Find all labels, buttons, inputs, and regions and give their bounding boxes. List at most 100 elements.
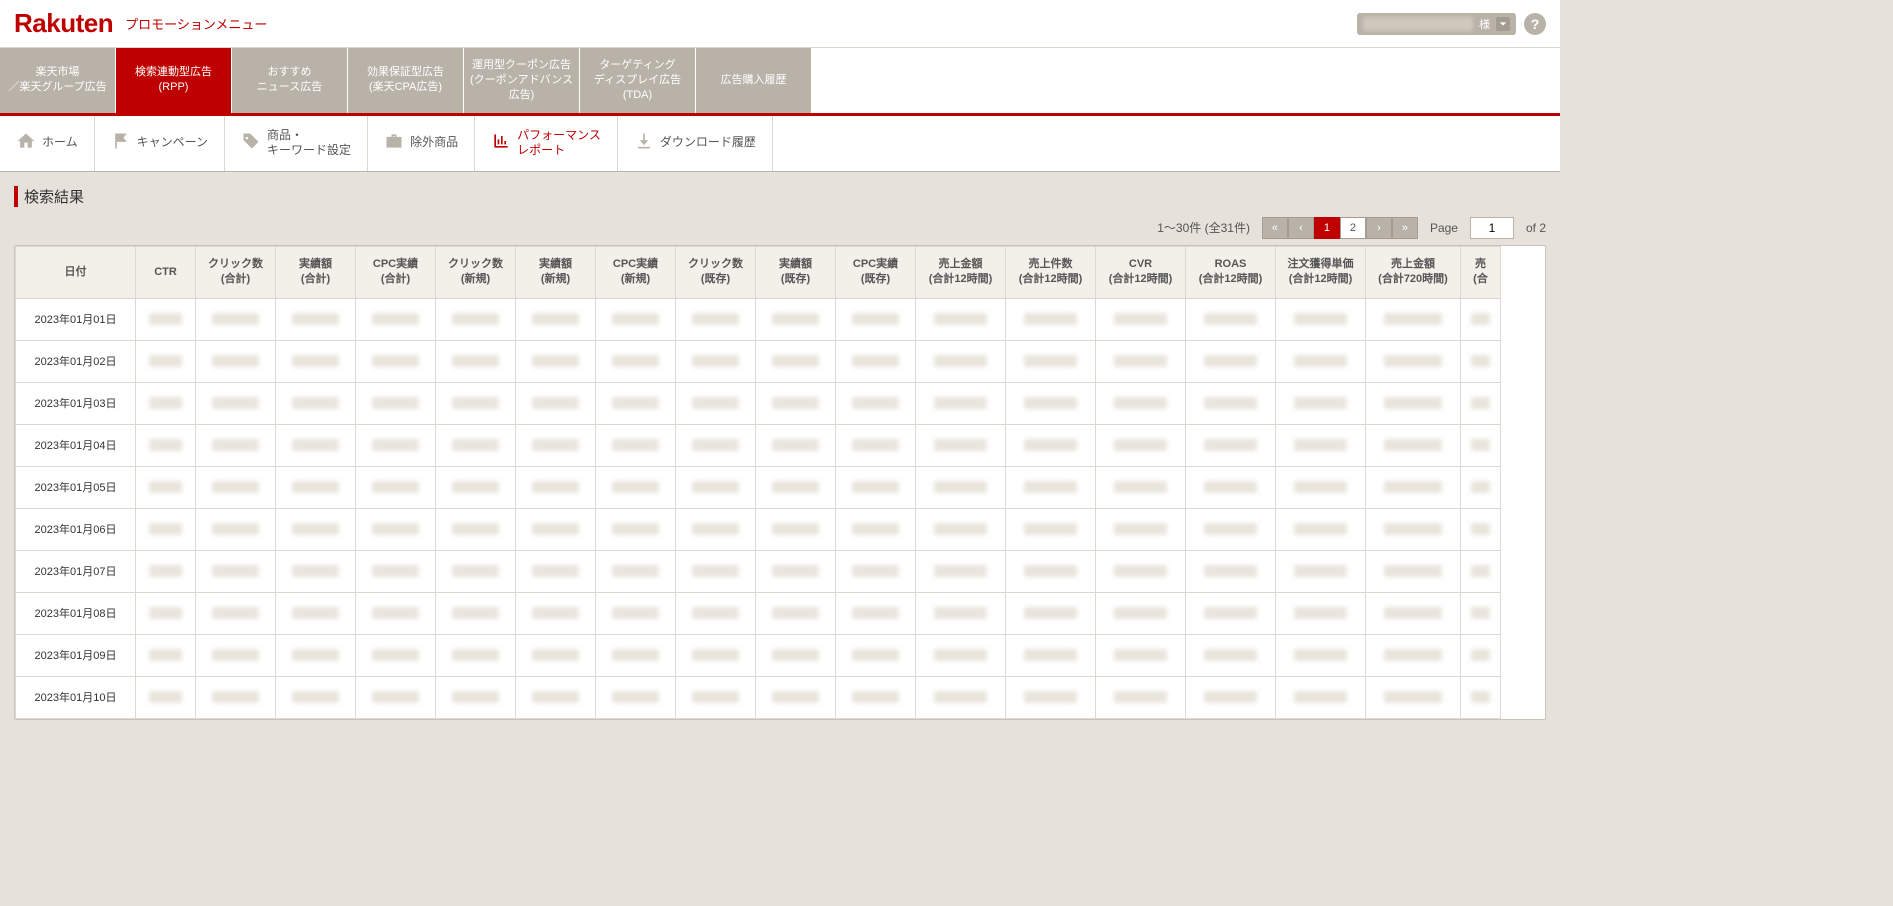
sub-tab-3[interactable]: 除外商品 <box>368 116 475 171</box>
col-spend_total[interactable]: 実績額(合計) <box>276 246 356 298</box>
section-title: 検索結果 <box>14 186 1546 207</box>
redacted-value <box>1471 691 1490 703</box>
results-table-wrap: 日付CTRクリック数(合計)実績額(合計)CPC実績(合計)クリック数(新規)実… <box>14 245 1546 720</box>
redacted-value <box>452 691 499 703</box>
col-sales_720h[interactable]: 売上金額(合計720時間) <box>1366 246 1461 298</box>
main-tab-label: 運用型クーポン広告(クーポンアドバンス広告) <box>470 58 573 103</box>
sub-tab-4[interactable]: パフォーマンスレポート <box>475 116 618 171</box>
col-clicks_exist[interactable]: クリック数(既存) <box>676 246 756 298</box>
redacted-value <box>934 481 988 493</box>
sub-tab-0[interactable]: ホーム <box>0 116 95 171</box>
pager-last[interactable]: » <box>1392 217 1418 239</box>
redacted-value <box>772 691 819 703</box>
col-orders_720h[interactable]: 売(合 <box>1461 246 1501 298</box>
pager-prev[interactable]: ‹ <box>1288 217 1314 239</box>
help-icon[interactable]: ? <box>1524 13 1546 35</box>
redacted-value <box>532 649 579 661</box>
col-sales_12h[interactable]: 売上金額(合計12時間) <box>916 246 1006 298</box>
redacted-value <box>1471 313 1490 325</box>
table-row: 2023年01月04日 <box>16 424 1501 466</box>
pager-page-2[interactable]: 2 <box>1340 217 1366 239</box>
cell-clicks_total <box>196 340 276 382</box>
cell-clicks_new <box>436 676 516 718</box>
redacted-value <box>772 649 819 661</box>
redacted-value <box>1471 523 1490 535</box>
cell-sales_12h <box>916 466 1006 508</box>
redacted-value <box>934 565 988 577</box>
cell-orders_12h <box>1006 550 1096 592</box>
table-row: 2023年01月05日 <box>16 466 1501 508</box>
pager-next[interactable]: › <box>1366 217 1392 239</box>
col-clicks_total[interactable]: クリック数(合計) <box>196 246 276 298</box>
cell-orders_12h <box>1006 424 1096 466</box>
redacted-value <box>692 607 739 619</box>
page-label-prefix: Page <box>1430 221 1458 235</box>
col-spend_new[interactable]: 実績額(新規) <box>516 246 596 298</box>
cell-orders_720h <box>1461 592 1501 634</box>
cell-cvr_12h <box>1096 592 1186 634</box>
cell-sales_720h <box>1366 382 1461 424</box>
redacted-value <box>1204 649 1258 661</box>
cell-spend_new <box>516 550 596 592</box>
cell-ctr <box>136 466 196 508</box>
main-tab-6[interactable]: 広告購入履歴 <box>696 48 812 113</box>
cell-clicks_new <box>436 508 516 550</box>
cell-spend_new <box>516 508 596 550</box>
cell-clicks_new <box>436 382 516 424</box>
col-spend_exist[interactable]: 実績額(既存) <box>756 246 836 298</box>
cell-clicks_exist <box>676 634 756 676</box>
main-tab-4[interactable]: 運用型クーポン広告(クーポンアドバンス広告) <box>464 48 580 113</box>
col-ctr[interactable]: CTR <box>136 246 196 298</box>
col-cpa_12h[interactable]: 注文獲得単価(合計12時間) <box>1276 246 1366 298</box>
redacted-value <box>292 691 339 703</box>
redacted-value <box>772 565 819 577</box>
redacted-value <box>1114 523 1168 535</box>
redacted-value <box>1294 649 1348 661</box>
redacted-value <box>1294 565 1348 577</box>
redacted-value <box>1024 481 1078 493</box>
pager-first[interactable]: « <box>1262 217 1288 239</box>
sub-tab-2[interactable]: 商品・キーワード設定 <box>225 116 368 171</box>
pager-page-1[interactable]: 1 <box>1314 217 1340 239</box>
col-orders_12h[interactable]: 売上件数(合計12時間) <box>1006 246 1096 298</box>
col-cpc_new[interactable]: CPC実績(新規) <box>596 246 676 298</box>
main-tab-2[interactable]: おすすめニュース広告 <box>232 48 348 113</box>
redacted-value <box>292 397 339 409</box>
cell-cvr_12h <box>1096 676 1186 718</box>
redacted-value <box>1114 355 1168 367</box>
col-date[interactable]: 日付 <box>16 246 136 298</box>
redacted-value <box>1204 523 1258 535</box>
cell-cpc_total <box>356 466 436 508</box>
cell-orders_720h <box>1461 550 1501 592</box>
redacted-value <box>452 607 499 619</box>
cell-roas_12h <box>1186 466 1276 508</box>
page-input[interactable] <box>1470 217 1514 239</box>
main-tab-3[interactable]: 効果保証型広告(楽天CPA広告) <box>348 48 464 113</box>
col-cpc_total[interactable]: CPC実績(合計) <box>356 246 436 298</box>
cell-clicks_new <box>436 550 516 592</box>
col-cpc_exist[interactable]: CPC実績(既存) <box>836 246 916 298</box>
cell-spend_exist <box>756 298 836 340</box>
sub-tab-5[interactable]: ダウンロード履歴 <box>618 116 773 171</box>
col-roas_12h[interactable]: ROAS(合計12時間) <box>1186 246 1276 298</box>
main-tab-1[interactable]: 検索連動型広告(RPP) <box>116 48 232 113</box>
cell-cvr_12h <box>1096 508 1186 550</box>
cell-spend_total <box>276 466 356 508</box>
sub-tab-1[interactable]: キャンペーン <box>95 116 225 171</box>
redacted-value <box>212 313 259 325</box>
cell-cvr_12h <box>1096 466 1186 508</box>
redacted-value <box>934 397 988 409</box>
user-menu[interactable]: 様 <box>1357 13 1516 35</box>
cell-ctr <box>136 382 196 424</box>
cell-spend_new <box>516 676 596 718</box>
redacted-value <box>532 355 579 367</box>
main-tab-5[interactable]: ターゲティングディスプレイ広告(TDA) <box>580 48 696 113</box>
cell-cpa_12h <box>1276 298 1366 340</box>
col-clicks_new[interactable]: クリック数(新規) <box>436 246 516 298</box>
main-tab-0[interactable]: 楽天市場／楽天グループ広告 <box>0 48 116 113</box>
cell-cpc_total <box>356 424 436 466</box>
col-cvr_12h[interactable]: CVR(合計12時間) <box>1096 246 1186 298</box>
cell-cpc_new <box>596 340 676 382</box>
redacted-value <box>612 313 659 325</box>
cell-ctr <box>136 298 196 340</box>
